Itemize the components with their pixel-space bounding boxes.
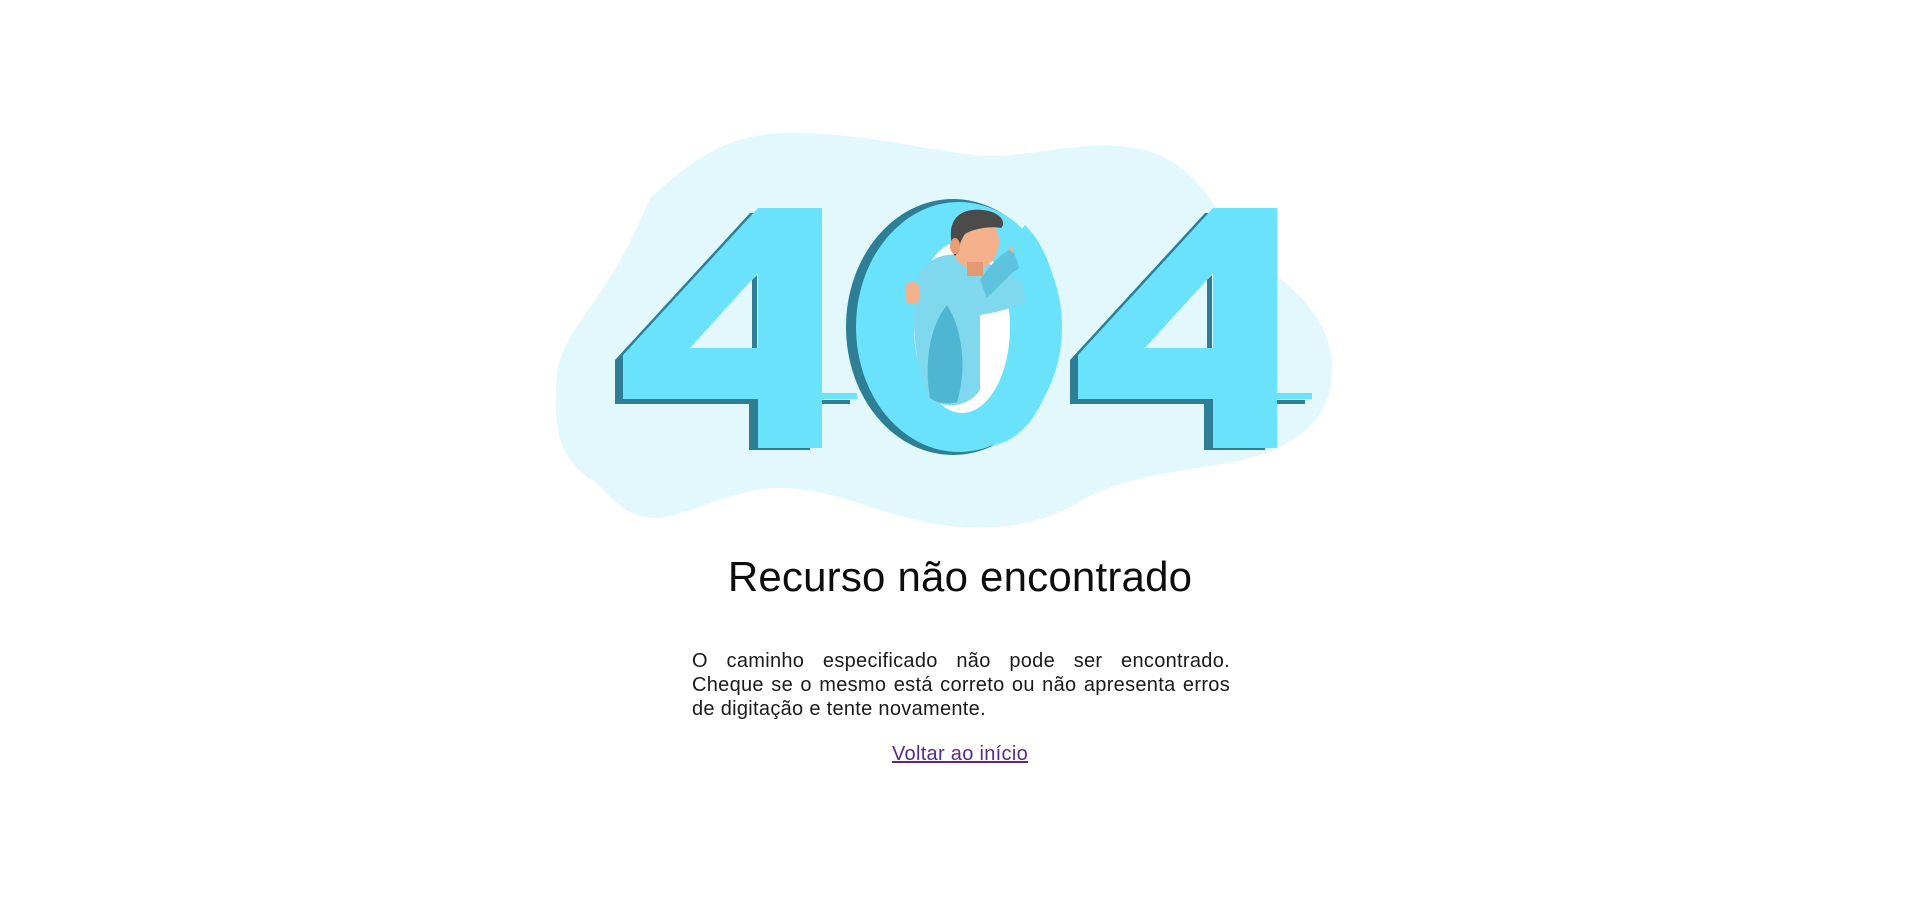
error-404-illustration [555, 130, 1365, 530]
back-to-home-link[interactable]: Voltar ao início [892, 743, 1028, 765]
digit-zero-with-person [846, 199, 1062, 455]
error-description: O caminho especificado não pode ser enco… [692, 650, 1230, 720]
not-found-page: Recurso não encontrado O caminho especif… [0, 0, 1920, 903]
home-link-container: Voltar ao início [0, 742, 1920, 766]
page-title: Recurso não encontrado [727, 553, 1193, 600]
